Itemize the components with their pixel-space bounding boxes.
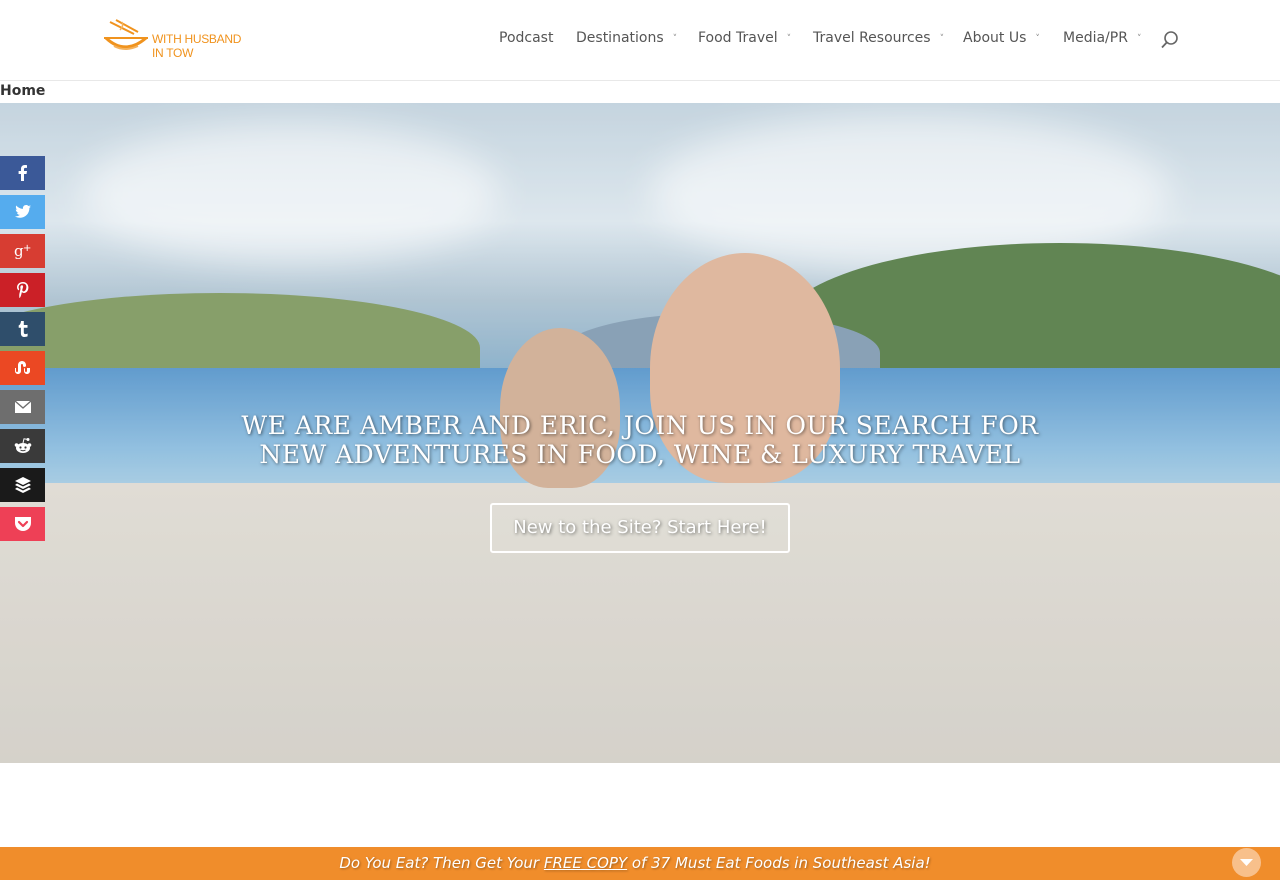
chevron-down-icon: ˅ <box>786 34 792 44</box>
nav-item-label: Media/PR <box>1063 30 1128 46</box>
logo-text-line1: WITH HUSBAND <box>152 32 242 46</box>
promo-text-after: of 37 Must Eat Foods in Southeast Asia! <box>627 854 931 872</box>
search-icon <box>1161 31 1178 49</box>
pinterest-share-button[interactable] <box>0 273 45 307</box>
breadcrumb-home[interactable]: Home <box>0 83 45 99</box>
chevron-down-icon: ˅ <box>1136 34 1142 44</box>
search-button[interactable] <box>1160 30 1180 50</box>
nav-item-travel-resources[interactable]: Travel Resources ˅ <box>813 30 944 46</box>
email-icon <box>14 400 31 413</box>
chevron-down-icon <box>1240 859 1253 866</box>
stumbleupon-share-button[interactable] <box>0 351 45 385</box>
hero-banner: WE ARE AMBER AND ERIC, JOIN US IN OUR SE… <box>0 103 1280 763</box>
start-here-button[interactable]: New to the Site? Start Here! <box>490 503 790 553</box>
social-share-sidebar: g + <box>0 156 45 546</box>
reddit-share-button[interactable] <box>0 429 45 463</box>
promo-toggle-button[interactable] <box>1232 848 1261 877</box>
nav-item-label: Podcast <box>499 30 554 46</box>
logo-text-line2: IN TOW <box>152 46 194 60</box>
buffer-share-button[interactable] <box>0 468 45 502</box>
twitter-share-button[interactable] <box>0 195 45 229</box>
free-copy-link[interactable]: FREE COPY <box>544 854 627 872</box>
reddit-icon <box>14 438 31 453</box>
email-share-button[interactable] <box>0 390 45 424</box>
promo-text: Do You Eat? Then Get Your FREE COPY of 3… <box>0 854 1270 872</box>
nav-item-label: Travel Resources <box>813 30 931 46</box>
nav-item-about-us[interactable]: About Us ˅ <box>963 30 1040 46</box>
promo-bar: Do You Eat? Then Get Your FREE COPY of 3… <box>0 847 1280 880</box>
nav-item-media-pr[interactable]: Media/PR ˅ <box>1063 30 1141 46</box>
nav-item-destinations[interactable]: Destinations ˅ <box>576 30 677 46</box>
buffer-icon <box>14 477 31 493</box>
facebook-share-button[interactable] <box>0 156 45 190</box>
google-plus-icon: g + <box>14 242 31 260</box>
site-logo[interactable]: WITH HUSBAND IN TOW <box>100 16 250 64</box>
stumbleupon-icon <box>14 361 30 374</box>
pocket-icon <box>14 517 31 531</box>
nav-item-label: Destinations <box>576 30 664 46</box>
chevron-down-icon: ˅ <box>939 34 945 44</box>
tumblr-share-button[interactable] <box>0 312 45 346</box>
chevron-down-icon: ˅ <box>1035 34 1040 44</box>
pinterest-icon <box>16 282 28 298</box>
tumblr-icon <box>18 321 28 337</box>
hero-title: WE ARE AMBER AND ERIC, JOIN US IN OUR SE… <box>241 411 1039 469</box>
google-plus-share-button[interactable]: g + <box>0 234 45 268</box>
chevron-down-icon: ˅ <box>672 34 678 44</box>
nav-item-label: Food Travel <box>698 30 778 46</box>
bowl-logo-icon <box>104 19 148 50</box>
facebook-icon <box>18 165 27 181</box>
nav-item-podcast[interactable]: Podcast <box>499 30 553 46</box>
twitter-icon <box>14 205 31 218</box>
nav-item-label: About Us <box>963 30 1027 46</box>
nav-item-food-travel[interactable]: Food Travel ˅ <box>698 30 791 46</box>
site-header: WITH HUSBAND IN TOW Podcast Destinations… <box>0 0 1280 81</box>
svg-text:+: + <box>23 243 31 254</box>
pocket-share-button[interactable] <box>0 507 45 541</box>
promo-text-before: Do You Eat? Then Get Your <box>339 854 544 872</box>
